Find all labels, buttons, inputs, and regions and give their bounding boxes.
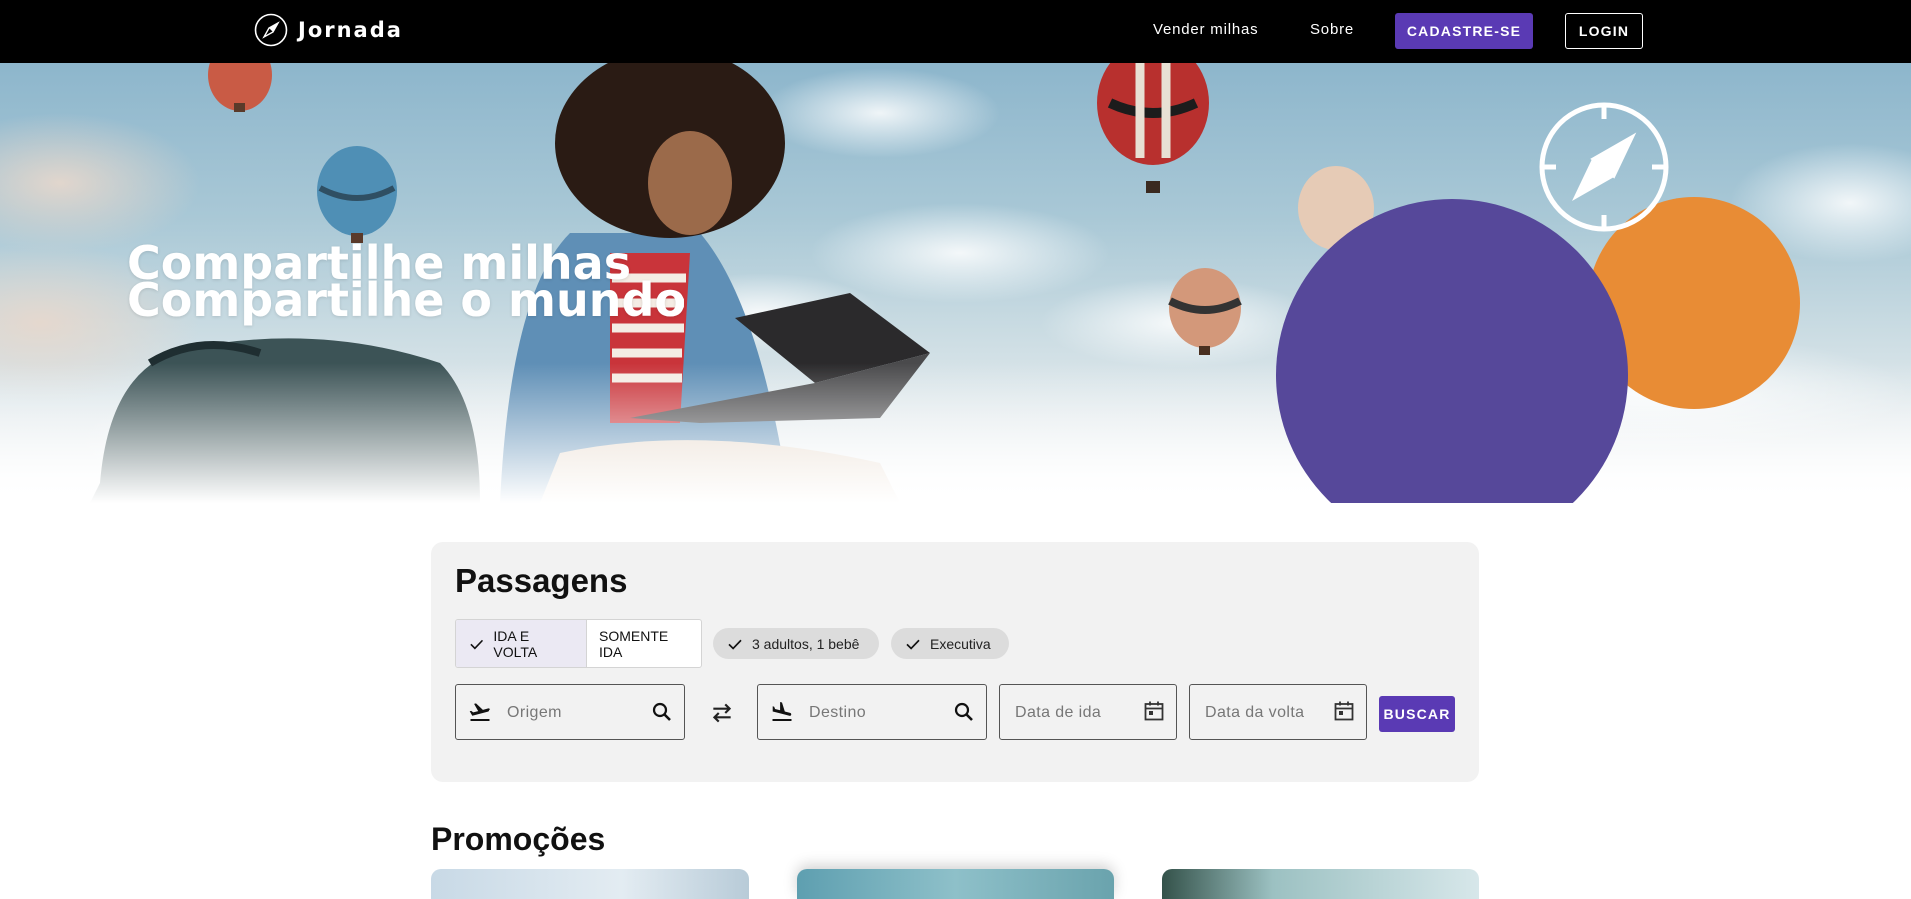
hero-title-line2: Compartilhe o mundo <box>127 273 687 327</box>
trip-type-toggle: IDA E VOLTA SOMENTE IDA <box>455 619 702 668</box>
search-button[interactable]: BUSCAR <box>1379 696 1455 732</box>
flight-takeoff-icon <box>469 703 491 721</box>
nav-sell-miles-link[interactable]: Vender milhas <box>1153 21 1258 38</box>
origin-field[interactable] <box>455 684 685 740</box>
search-title: Passagens <box>455 562 628 599</box>
logo[interactable]: Jornada <box>254 13 403 47</box>
top-navbar: Jornada Vender milhas Sobre CADASTRE-SE … <box>0 0 1911 63</box>
passengers-chip[interactable]: 3 adultos, 1 bebê <box>713 628 879 659</box>
calendar-icon[interactable] <box>1142 699 1166 723</box>
cabin-class-chip[interactable]: Executiva <box>891 628 1009 659</box>
return-date-input[interactable] <box>1205 702 1325 724</box>
check-icon <box>906 639 920 650</box>
destination-field[interactable] <box>757 684 987 740</box>
signup-button[interactable]: CADASTRE-SE <box>1395 13 1533 49</box>
promo-card[interactable] <box>1162 869 1479 899</box>
return-date-field[interactable] <box>1189 684 1367 740</box>
calendar-icon[interactable] <box>1332 699 1356 723</box>
login-button[interactable]: LOGIN <box>1565 13 1643 49</box>
search-icon[interactable] <box>650 700 674 724</box>
flight-land-icon <box>772 702 792 721</box>
one-way-label: SOMENTE IDA <box>599 627 669 660</box>
destination-input[interactable] <box>809 702 939 724</box>
promotions-title: Promoções <box>431 821 606 857</box>
hero-banner: Compartilhe milhas Compartilhe o mundo <box>0 63 1911 503</box>
check-icon <box>728 639 742 650</box>
one-way-toggle[interactable]: SOMENTE IDA <box>586 620 701 667</box>
hero-title: Compartilhe milhas Compartilhe o mundo <box>127 240 687 327</box>
nav-about-link[interactable]: Sobre <box>1310 21 1354 38</box>
round-trip-toggle[interactable]: IDA E VOLTA <box>456 620 586 667</box>
passengers-label: 3 adultos, 1 bebê <box>752 635 860 652</box>
search-icon[interactable] <box>952 700 976 724</box>
check-icon <box>470 639 484 649</box>
promo-card[interactable] <box>431 869 749 899</box>
depart-date-input[interactable] <box>1015 702 1135 724</box>
origin-input[interactable] <box>507 702 637 724</box>
logo-text: Jornada <box>298 18 403 42</box>
depart-date-field[interactable] <box>999 684 1177 740</box>
compass-logo-icon <box>254 13 288 47</box>
swap-icon[interactable] <box>709 700 735 726</box>
cabin-class-label: Executiva <box>930 635 991 652</box>
round-trip-label: IDA E VOLTA <box>493 627 538 660</box>
promo-card[interactable] <box>797 869 1114 899</box>
compass-icon <box>1539 102 1669 232</box>
